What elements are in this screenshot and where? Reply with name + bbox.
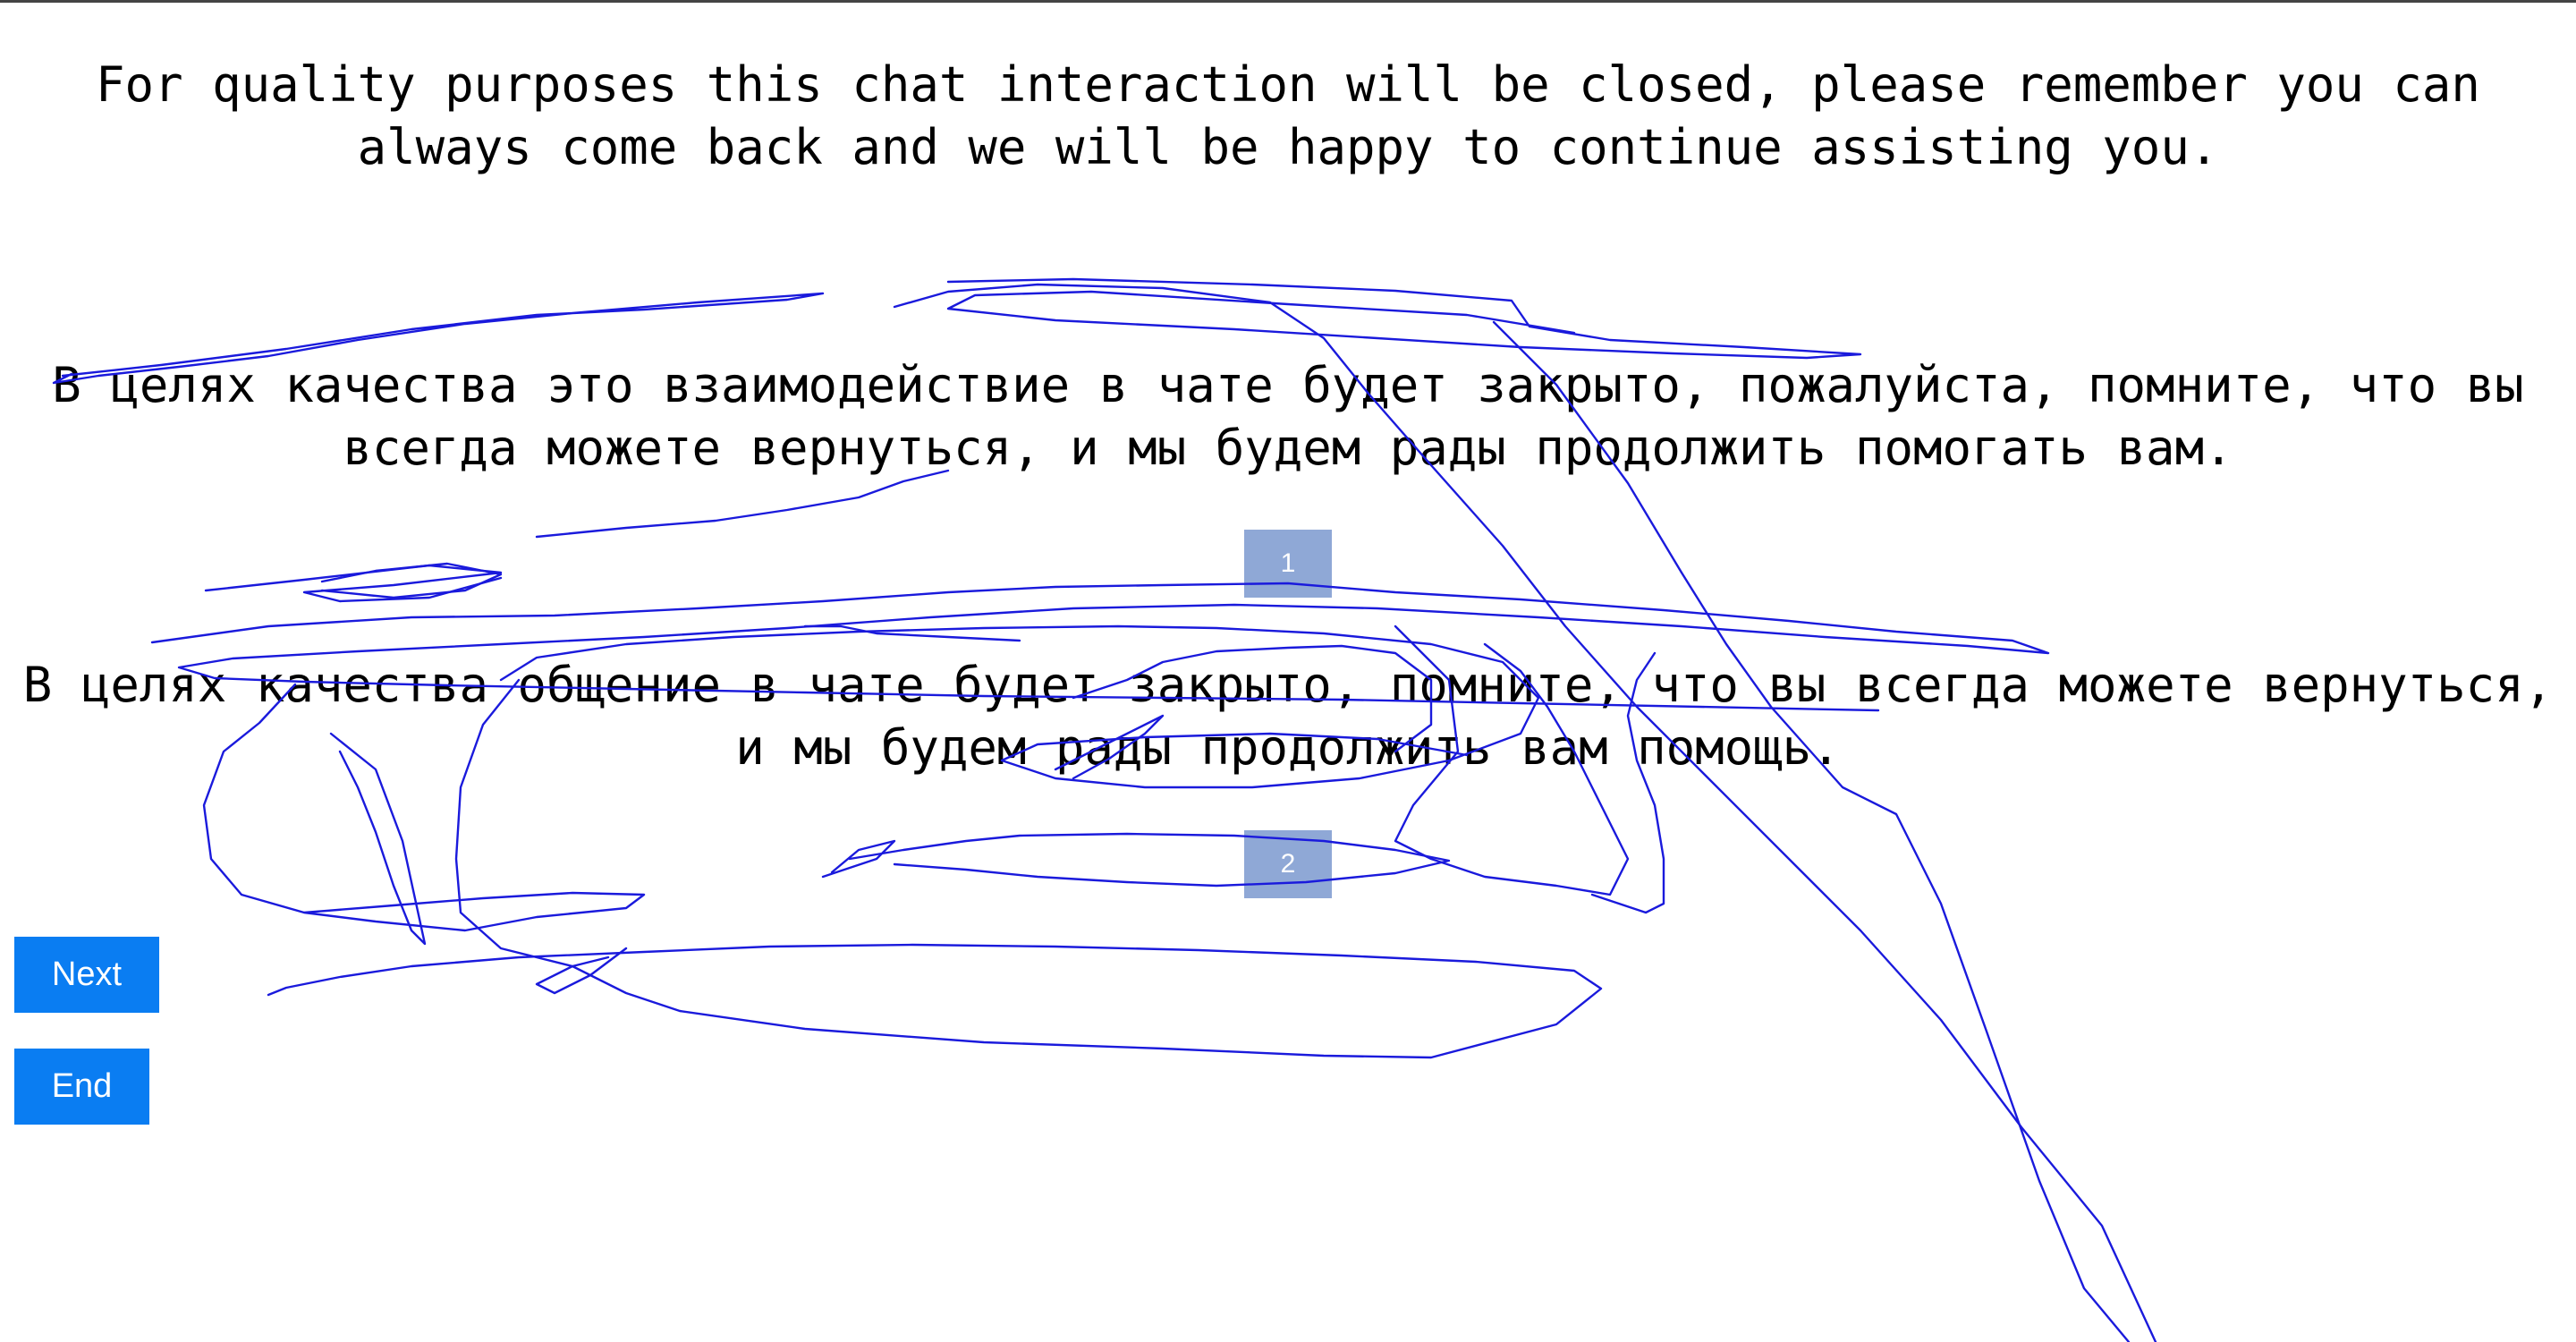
scribble-stroke-17 (320, 562, 503, 599)
scribble-stroke-20 (535, 947, 628, 995)
scribble-stroke-5 (204, 564, 503, 603)
source-text: For quality purposes this chat interacti… (96, 56, 2480, 175)
translation-option-1: В целях качества это взаимодействие в ча… (52, 357, 2524, 476)
scribble-stroke-18 (535, 469, 950, 539)
top-border (0, 0, 2576, 3)
scribble-stroke-12 (821, 839, 896, 879)
scribble-stroke-19 (803, 624, 1021, 642)
scribble-stroke-2 (946, 277, 1862, 360)
rank-badge-2[interactable]: 2 (1244, 830, 1332, 898)
scribble-stroke-11 (848, 832, 1451, 888)
next-button[interactable]: Next (14, 937, 159, 1013)
end-button[interactable]: End (14, 1049, 149, 1125)
rank-badge-1[interactable]: 1 (1244, 530, 1332, 598)
translation-option-2: В целях качества общение в чате будет за… (22, 657, 2554, 776)
